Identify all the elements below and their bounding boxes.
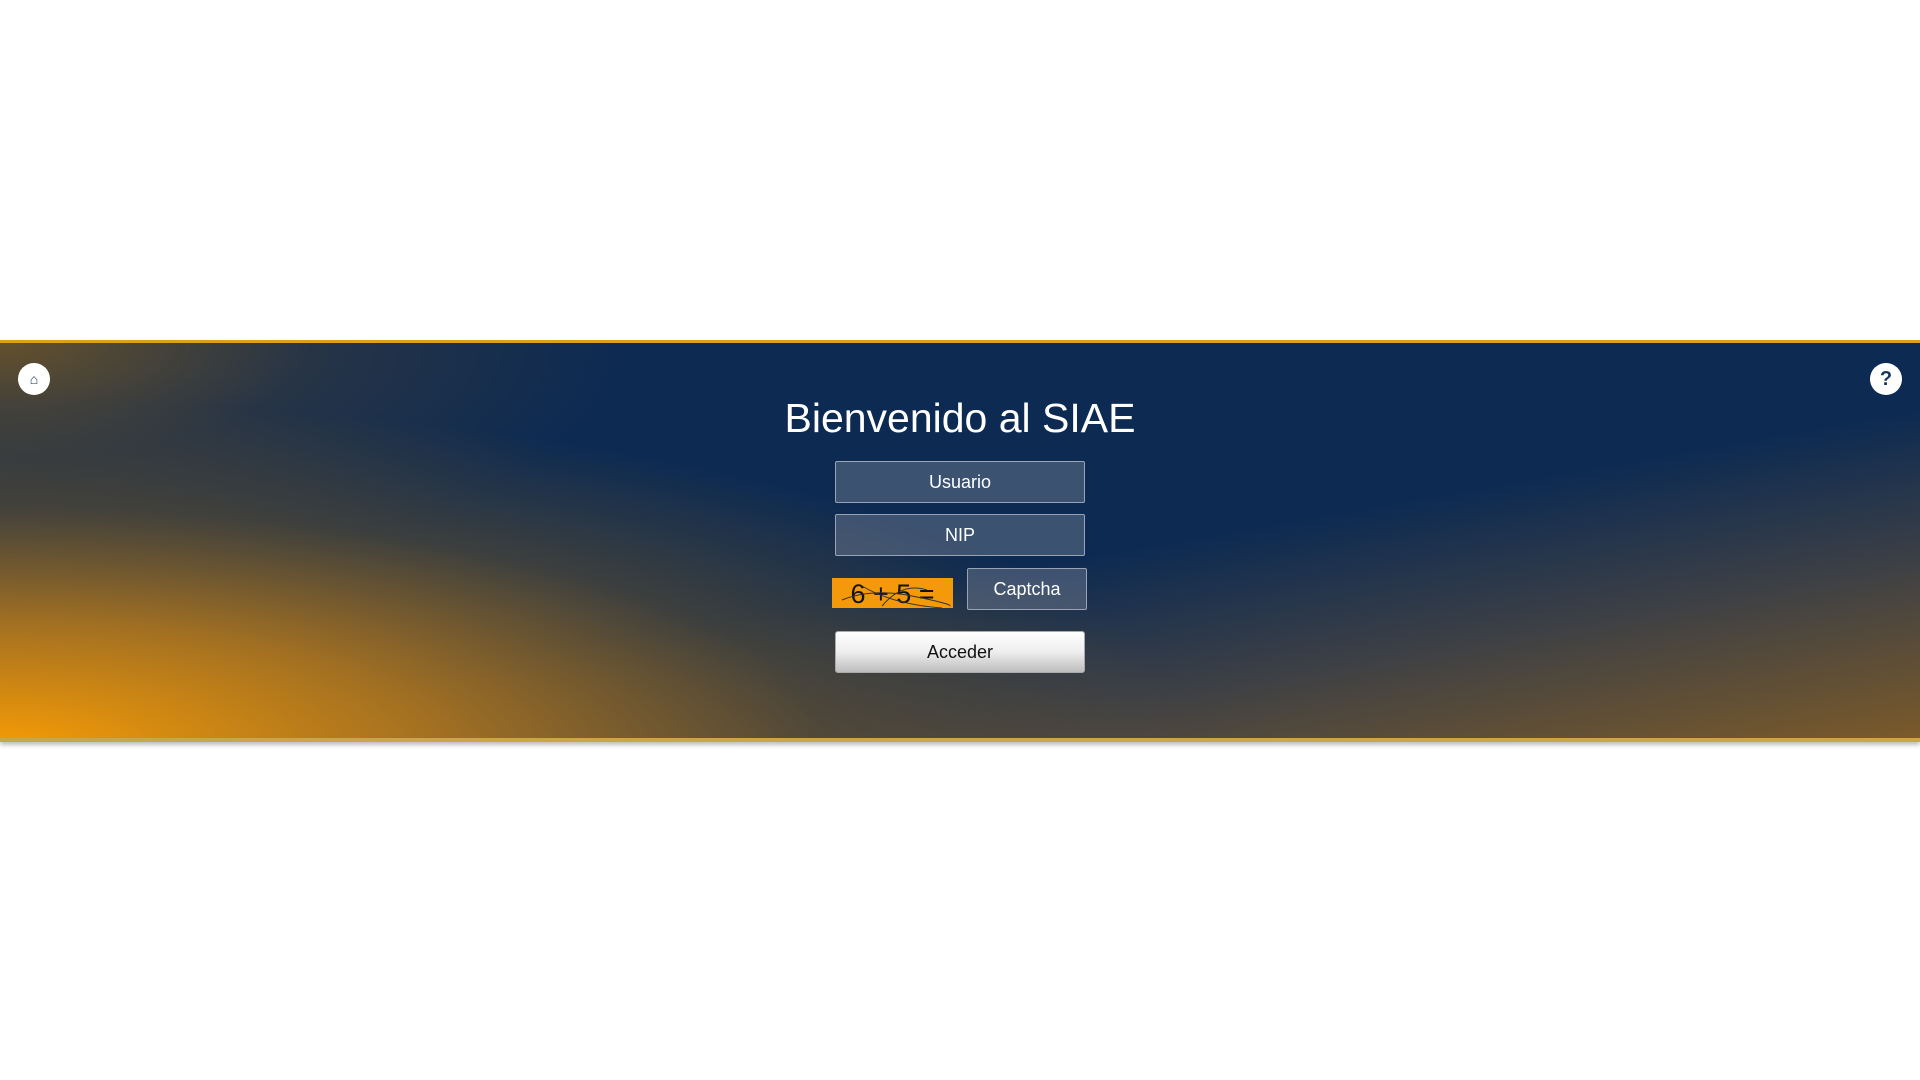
captcha-input[interactable] — [967, 568, 1087, 610]
home-icon[interactable]: ⌂ — [18, 363, 50, 395]
page-title: Bienvenido al SIAE — [784, 395, 1136, 441]
captcha-noise — [841, 585, 951, 608]
captcha-image: 6 + 5 = — [832, 578, 953, 608]
login-banner: ⌂ ? Bienvenido al SIAE 6 + 5 = Acceder — [0, 340, 1920, 742]
nip-input[interactable] — [835, 514, 1085, 556]
help-icon[interactable]: ? — [1870, 363, 1902, 395]
login-button[interactable]: Acceder — [835, 631, 1085, 673]
username-input[interactable] — [835, 461, 1085, 503]
